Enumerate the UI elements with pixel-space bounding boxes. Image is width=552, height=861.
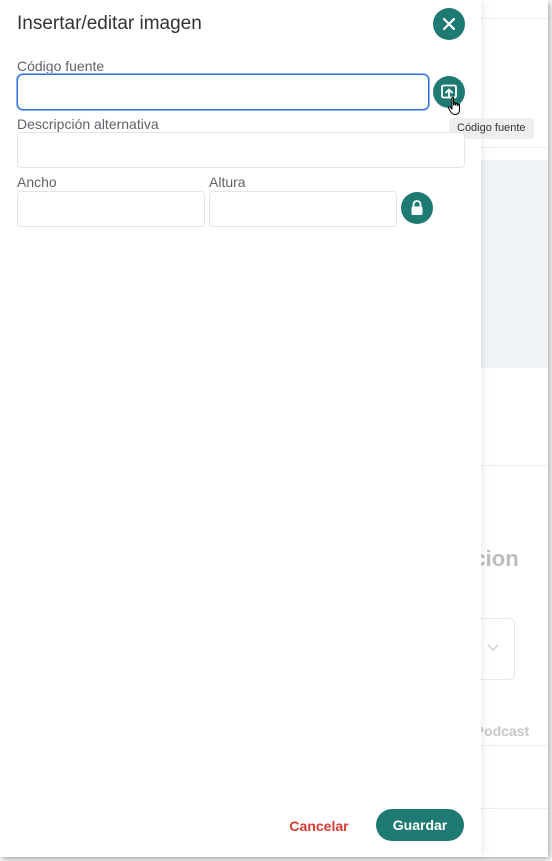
- dialog-title: Insertar/editar imagen: [17, 13, 202, 34]
- cancel-button[interactable]: Cancelar: [279, 810, 359, 841]
- background-divider: [470, 465, 548, 466]
- close-button[interactable]: [433, 8, 465, 40]
- source-input[interactable]: [17, 74, 429, 110]
- background-divider: [470, 745, 548, 746]
- height-label: Altura: [209, 174, 246, 190]
- background-panel: [470, 160, 548, 368]
- save-button[interactable]: Guardar: [376, 809, 464, 841]
- pointer-cursor-icon: [447, 96, 460, 115]
- background-divider: [470, 808, 548, 809]
- close-icon: [442, 17, 456, 31]
- height-input[interactable]: [209, 191, 397, 227]
- width-input[interactable]: [17, 191, 205, 227]
- width-label: Ancho: [17, 174, 57, 190]
- lock-icon: [411, 200, 423, 215]
- alt-label: Descripción alternativa: [17, 116, 159, 132]
- chevron-down-icon: [487, 640, 499, 655]
- image-dialog: Insertar/editar imagen Código fuente Cód…: [0, 0, 534, 857]
- constrain-proportions-button[interactable]: [401, 192, 433, 224]
- source-label: Código fuente: [17, 58, 105, 74]
- alt-input[interactable]: [17, 132, 465, 168]
